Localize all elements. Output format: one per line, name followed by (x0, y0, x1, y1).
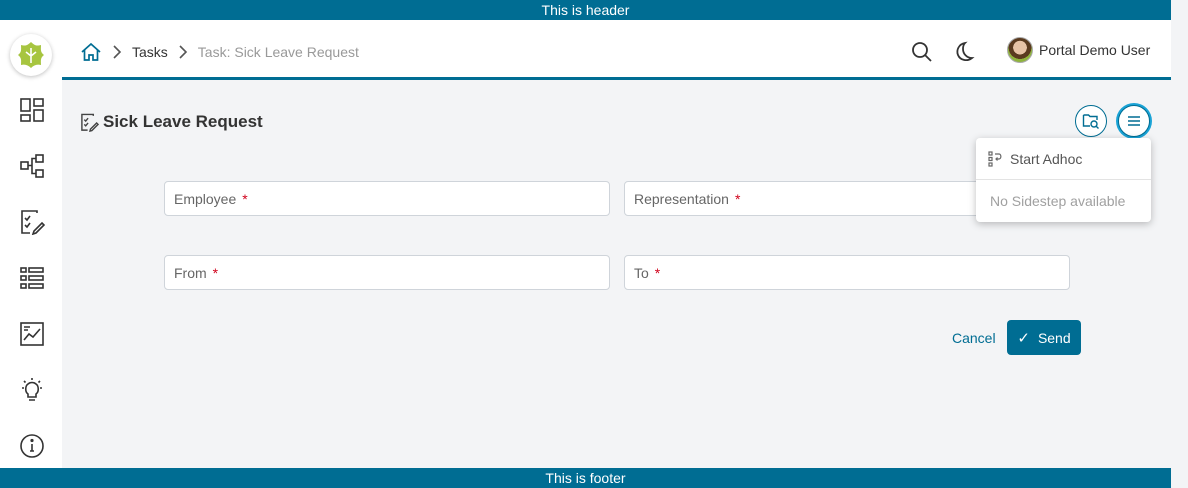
actions-menu-button[interactable] (1118, 105, 1150, 137)
folder-search-icon (1082, 114, 1099, 129)
send-button[interactable]: ✓ Send (1007, 320, 1081, 355)
page-header: Sick Leave Request (80, 110, 263, 134)
logo[interactable] (10, 34, 52, 76)
menu-item-start-adhoc[interactable]: Start Adhoc (988, 151, 1082, 167)
case-list-icon[interactable] (18, 264, 46, 292)
from-date-field[interactable]: From * (164, 255, 610, 290)
task-list-icon[interactable] (18, 208, 46, 236)
representation-label: Representation (634, 191, 729, 207)
top-bar-divider (62, 77, 1171, 80)
from-label: From (174, 265, 207, 281)
hamburger-menu-icon (1128, 116, 1140, 126)
cancel-button[interactable]: Cancel (952, 330, 996, 346)
menu-divider (976, 179, 1151, 180)
required-marker: * (212, 265, 219, 281)
task-edit-icon (80, 113, 99, 132)
chevron-right-icon (178, 45, 188, 59)
dashboard-icon[interactable] (18, 96, 46, 124)
footer-banner: This is footer (0, 468, 1171, 488)
home-icon[interactable] (80, 41, 102, 63)
checkmark-icon: ✓ (1017, 329, 1030, 347)
employee-label: Employee (174, 191, 237, 207)
search-icon[interactable] (909, 39, 935, 65)
leaf-logo-icon (18, 42, 44, 68)
no-sidestep-text: No Sidestep available (990, 193, 1126, 209)
user-menu[interactable]: Portal Demo User (1007, 36, 1150, 64)
idea-lightbulb-icon[interactable] (18, 376, 46, 404)
breadcrumb-current: Task: Sick Leave Request (197, 44, 359, 60)
sidebar (0, 20, 62, 468)
actions-dropdown-menu: Start Adhoc No Sidestep available (976, 138, 1151, 222)
process-icon[interactable] (18, 152, 46, 180)
breadcrumb-tasks-link[interactable]: Tasks (132, 44, 168, 60)
breadcrumb: Tasks Task: Sick Leave Request (80, 38, 359, 66)
statistics-icon[interactable] (18, 320, 46, 348)
to-label: To (634, 265, 649, 281)
required-marker: * (654, 265, 661, 281)
chevron-right-icon (112, 45, 122, 59)
dark-mode-moon-icon[interactable] (951, 39, 977, 65)
info-icon[interactable] (18, 432, 46, 460)
required-marker: * (734, 191, 741, 207)
adhoc-process-icon (988, 151, 1002, 167)
header-banner: This is header (0, 0, 1171, 20)
user-name: Portal Demo User (1039, 42, 1151, 58)
document-search-button[interactable] (1075, 105, 1107, 137)
send-label: Send (1037, 329, 1071, 346)
avatar (1007, 37, 1033, 63)
start-adhoc-label: Start Adhoc (1010, 151, 1083, 167)
employee-field[interactable]: Employee * (164, 181, 610, 216)
to-date-field[interactable]: To * (624, 255, 1070, 290)
required-marker: * (242, 191, 248, 207)
page-title: Sick Leave Request (103, 112, 263, 131)
